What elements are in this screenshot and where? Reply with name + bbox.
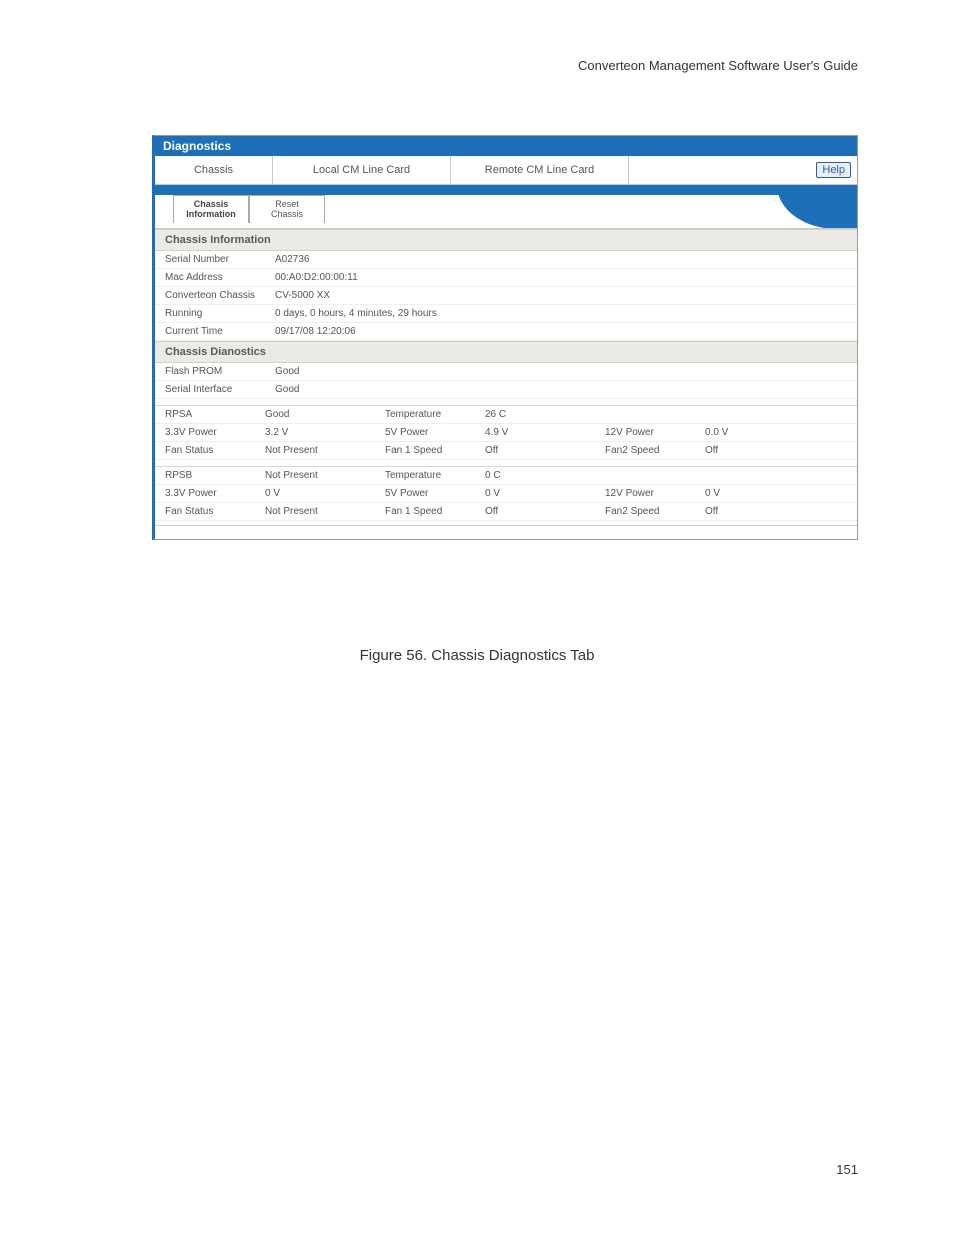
subtabs-stripe — [155, 185, 857, 195]
rpsb-row3: Fan Status Not Present Fan 1 Speed Off F… — [155, 503, 857, 521]
tab-local-cm-line-card[interactable]: Local CM Line Card — [273, 156, 451, 184]
rpsa-fan1-value: Off — [485, 445, 605, 456]
value-serial-number: A02736 — [275, 254, 847, 265]
rpsb-label: RPSB — [165, 470, 265, 481]
label-running: Running — [165, 308, 275, 319]
help-button[interactable]: Help — [816, 162, 851, 178]
value-converteon-chassis: CV-5000 XX — [275, 290, 847, 301]
value-running: 0 days, 0 hours, 4 minutes, 29 hours — [275, 308, 847, 319]
rpsb-12v-label: 12V Power — [605, 488, 705, 499]
rpsb-row1: RPSB Not Present Temperature 0 C — [155, 466, 857, 485]
label-mac-address: Mac Address — [165, 272, 275, 283]
rpsb-33v-label: 3.3V Power — [165, 488, 265, 499]
rpsb-row2: 3.3V Power 0 V 5V Power 0 V 12V Power 0 … — [155, 485, 857, 503]
rpsa-temp-value: 26 C — [485, 409, 605, 420]
section-chassis-information: Chassis Information — [155, 229, 857, 251]
rpsa-row3: Fan Status Not Present Fan 1 Speed Off F… — [155, 442, 857, 460]
rpsa-12v-value: 0.0 V — [705, 427, 805, 438]
rpsa-fan1-label: Fan 1 Speed — [385, 445, 485, 456]
rpsb-fan-value: Not Present — [265, 506, 385, 517]
rpsb-5v-value: 0 V — [485, 488, 605, 499]
rpsb-fan-label: Fan Status — [165, 506, 265, 517]
subtabs-curve — [777, 185, 857, 229]
row-serial-interface: Serial Interface Good — [155, 381, 857, 399]
rpsb-temp-value: 0 C — [485, 470, 605, 481]
subtabs: Chassis Information Reset Chassis — [173, 195, 325, 223]
rpsb-fan1-label: Fan 1 Speed — [385, 506, 485, 517]
row-serial-number: Serial Number A02736 — [155, 251, 857, 269]
rpsb-33v-value: 0 V — [265, 488, 385, 499]
label-serial-number: Serial Number — [165, 254, 275, 265]
rpsb-temp-label: Temperature — [385, 470, 485, 481]
rpsb-fan2-label: Fan2 Speed — [605, 506, 705, 517]
window-title: Diagnostics — [155, 136, 857, 156]
rpsb-5v-label: 5V Power — [385, 488, 485, 499]
rpsa-5v-value: 4.9 V — [485, 427, 605, 438]
value-current-time: 09/17/08 12:20:06 — [275, 326, 847, 337]
rpsa-row1: RPSA Good Temperature 26 C — [155, 405, 857, 424]
rpsb-status: Not Present — [265, 470, 385, 481]
rpsb-fan1-value: Off — [485, 506, 605, 517]
section-chassis-diagnostics: Chassis Dianostics — [155, 341, 857, 363]
rpsa-r1-c6 — [705, 409, 805, 420]
tab-remote-cm-line-card[interactable]: Remote CM Line Card — [451, 156, 629, 184]
rpsa-label: RPSA — [165, 409, 265, 420]
rpsa-row2: 3.3V Power 3.2 V 5V Power 4.9 V 12V Powe… — [155, 424, 857, 442]
main-tabbar: Chassis Local CM Line Card Remote CM Lin… — [155, 156, 857, 185]
doc-header-title: Converteon Management Software User's Gu… — [578, 58, 858, 73]
value-flash-prom: Good — [275, 366, 847, 377]
subtab-reset-chassis[interactable]: Reset Chassis — [249, 195, 325, 223]
rpsa-fan2-value: Off — [705, 445, 805, 456]
tab-chassis[interactable]: Chassis — [155, 156, 273, 184]
figure-caption: Figure 56. Chassis Diagnostics Tab — [0, 647, 954, 664]
subtab-chassis-information[interactable]: Chassis Information — [173, 195, 249, 223]
row-running: Running 0 days, 0 hours, 4 minutes, 29 h… — [155, 305, 857, 323]
rpsb-fan2-value: Off — [705, 506, 805, 517]
row-current-time: Current Time 09/17/08 12:20:06 — [155, 323, 857, 341]
rpsa-12v-label: 12V Power — [605, 427, 705, 438]
rpsa-fan-value: Not Present — [265, 445, 385, 456]
label-flash-prom: Flash PROM — [165, 366, 275, 377]
row-mac-address: Mac Address 00:A0:D2:00:00:11 — [155, 269, 857, 287]
subtabs-region: Chassis Information Reset Chassis — [155, 185, 857, 229]
rpsb-12v-value: 0 V — [705, 488, 805, 499]
row-converteon-chassis: Converteon Chassis CV-5000 XX — [155, 287, 857, 305]
rpsa-fan-label: Fan Status — [165, 445, 265, 456]
label-serial-interface: Serial Interface — [165, 384, 275, 395]
rpsa-5v-label: 5V Power — [385, 427, 485, 438]
rpsb-r1-c5 — [605, 470, 705, 481]
row-flash-prom: Flash PROM Good — [155, 363, 857, 381]
window-footer-spacer — [155, 525, 857, 539]
rpsa-fan2-label: Fan2 Speed — [605, 445, 705, 456]
value-serial-interface: Good — [275, 384, 847, 395]
tabbar-spacer — [629, 156, 816, 184]
label-converteon-chassis: Converteon Chassis — [165, 290, 275, 301]
value-mac-address: 00:A0:D2:00:00:11 — [275, 272, 847, 283]
rpsa-status: Good — [265, 409, 385, 420]
diagnostics-window: Diagnostics Chassis Local CM Line Card R… — [152, 135, 858, 540]
rpsa-temp-label: Temperature — [385, 409, 485, 420]
rpsa-r1-c5 — [605, 409, 705, 420]
rpsa-33v-value: 3.2 V — [265, 427, 385, 438]
label-current-time: Current Time — [165, 326, 275, 337]
page-number: 151 — [836, 1162, 858, 1177]
rpsb-r1-c6 — [705, 470, 805, 481]
rpsa-33v-label: 3.3V Power — [165, 427, 265, 438]
